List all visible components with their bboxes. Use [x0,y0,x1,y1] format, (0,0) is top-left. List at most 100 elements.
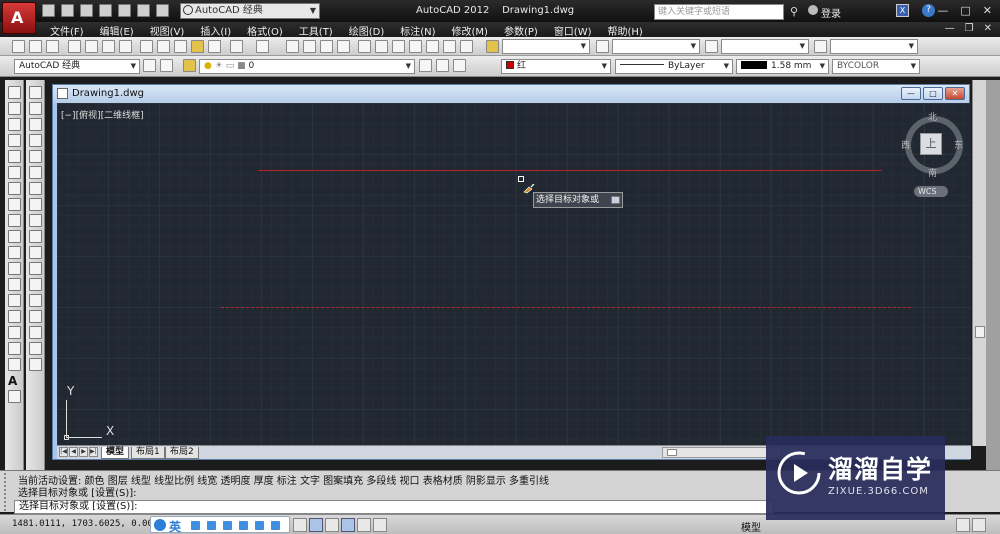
rectangle-icon[interactable] [8,150,21,163]
drawing-canvas[interactable] [57,103,971,445]
pan-icon[interactable] [286,40,299,53]
offset-icon[interactable] [29,134,42,147]
menu-modify[interactable]: 修改(M) [444,23,496,38]
snap-mode-toggle[interactable] [309,518,323,532]
workspace-combo[interactable]: AutoCAD 经典 ▼ [14,59,140,74]
multiline-text-icon[interactable]: A [8,374,21,388]
ellipse-icon[interactable] [8,230,21,243]
save-icon[interactable] [46,40,59,53]
help-icon[interactable] [460,40,473,53]
drawing-close-icon[interactable]: ✕ [945,87,965,100]
ime-language[interactable]: 英 [169,518,181,534]
dim-style-combo[interactable]: ▼ [612,39,700,54]
design-center-icon[interactable] [375,40,388,53]
spline-icon[interactable] [8,214,21,227]
ortho-mode-toggle[interactable] [341,518,355,532]
last-tab-icon[interactable]: ▶| [89,447,98,457]
zoom-window-icon[interactable] [320,40,333,53]
match-properties-icon[interactable] [191,40,204,53]
text-style-icon[interactable] [486,40,499,53]
compass-south[interactable]: 南 [928,166,937,179]
prev-tab-icon[interactable]: ◀ [69,447,78,457]
make-current-icon[interactable] [419,59,432,72]
menu-view[interactable]: 视图(V) [142,23,193,38]
add-selected-icon[interactable] [8,390,21,403]
tab-model[interactable]: 模型 [101,447,130,459]
point-icon[interactable] [8,294,21,307]
toolbar-lock-icon[interactable] [956,518,970,532]
object-snap-toggle[interactable] [373,518,387,532]
menu-parametric[interactable]: 参数(P) [496,23,546,38]
color-combo[interactable]: 红 ▼ [501,59,611,74]
break-icon[interactable] [29,278,42,291]
break-at-point-icon[interactable] [29,262,42,275]
array-icon[interactable] [29,150,42,163]
dim-style-icon[interactable] [596,40,609,53]
redo-icon[interactable] [156,4,169,17]
menu-dimension[interactable]: 标注(N) [392,23,443,38]
construction-line-icon[interactable] [8,102,21,115]
move-icon[interactable] [29,166,42,179]
application-menu-button[interactable]: A [2,2,36,34]
gradient-icon[interactable] [8,326,21,339]
menu-file[interactable]: 文件(F) [42,23,92,38]
help-icon[interactable]: ? [922,4,935,17]
hscroll-thumb[interactable] [667,449,677,456]
search-input[interactable]: 键入关键字或短语 [654,4,784,20]
drawing-minimize-icon[interactable]: — [901,87,921,100]
table-icon[interactable] [8,358,21,371]
exchange-icon[interactable]: X [896,4,909,17]
sheet-set-icon[interactable] [409,40,422,53]
table-style-icon[interactable] [705,40,718,53]
extend-icon[interactable] [29,246,42,259]
ime-settings-icon[interactable] [271,521,280,530]
zoom-previous-icon[interactable] [337,40,350,53]
layer-properties-icon[interactable] [160,59,173,72]
compass-east[interactable]: 东 [954,138,963,151]
table-style-combo[interactable]: ▼ [721,39,809,54]
blend-curves-icon[interactable] [29,342,42,355]
cut-icon[interactable] [140,40,153,53]
save-as-icon[interactable] [99,4,112,17]
ime-punctuation-icon[interactable] [191,521,200,530]
tooltip-options-icon[interactable] [611,196,620,204]
stretch-icon[interactable] [29,214,42,227]
undo-icon[interactable] [137,4,150,17]
binoculars-icon[interactable]: ⚲ [790,5,798,18]
markup-icon[interactable] [426,40,439,53]
wcs-menu[interactable]: WCS [914,186,948,197]
polar-tracking-toggle[interactable] [357,518,371,532]
menu-edit[interactable]: 编辑(E) [92,23,142,38]
trim-icon[interactable] [29,230,42,243]
plot-style-combo[interactable]: BYCOLOR ▼ [832,59,920,74]
scroll-thumb[interactable] [975,326,985,338]
polygon-icon[interactable] [8,134,21,147]
line-icon[interactable] [8,86,21,99]
mirror-icon[interactable] [29,118,42,131]
vertical-scrollbar[interactable] [972,80,986,446]
menu-format[interactable]: 格式(O) [239,23,291,38]
maximize-icon[interactable]: □ [960,4,970,17]
new-icon[interactable] [12,40,25,53]
scale-icon[interactable] [29,198,42,211]
ellipse-arc-icon[interactable] [8,246,21,259]
minimize-icon[interactable]: — [937,4,948,17]
save-icon[interactable] [80,4,93,17]
arc-icon[interactable] [8,166,21,179]
insert-block-icon[interactable] [8,262,21,275]
linetype-combo[interactable]: ByLayer ▼ [615,59,733,74]
layer-combo[interactable]: ● ☀ ▭ ■ 0 ▼ [199,59,415,74]
copy-icon[interactable] [157,40,170,53]
lineweight-combo[interactable]: 1.58 mm ▼ [736,59,829,74]
coordinates-display[interactable]: 1481.0111, 1703.6025, 0.0000 [12,519,164,529]
viewport-label[interactable]: [−][俯视][二维线框] [61,108,144,121]
chamfer-icon[interactable] [29,310,42,323]
infer-constraints-toggle[interactable] [293,518,307,532]
properties-icon[interactable] [358,40,371,53]
tab-layout2[interactable]: 布局2 [165,447,199,459]
rotate-icon[interactable] [29,182,42,195]
workspace-settings-icon[interactable] [143,59,156,72]
layer-previous-icon[interactable] [436,59,449,72]
viewcube-top-face[interactable]: 上 [920,133,942,155]
menu-window[interactable]: 窗口(W) [546,23,600,38]
